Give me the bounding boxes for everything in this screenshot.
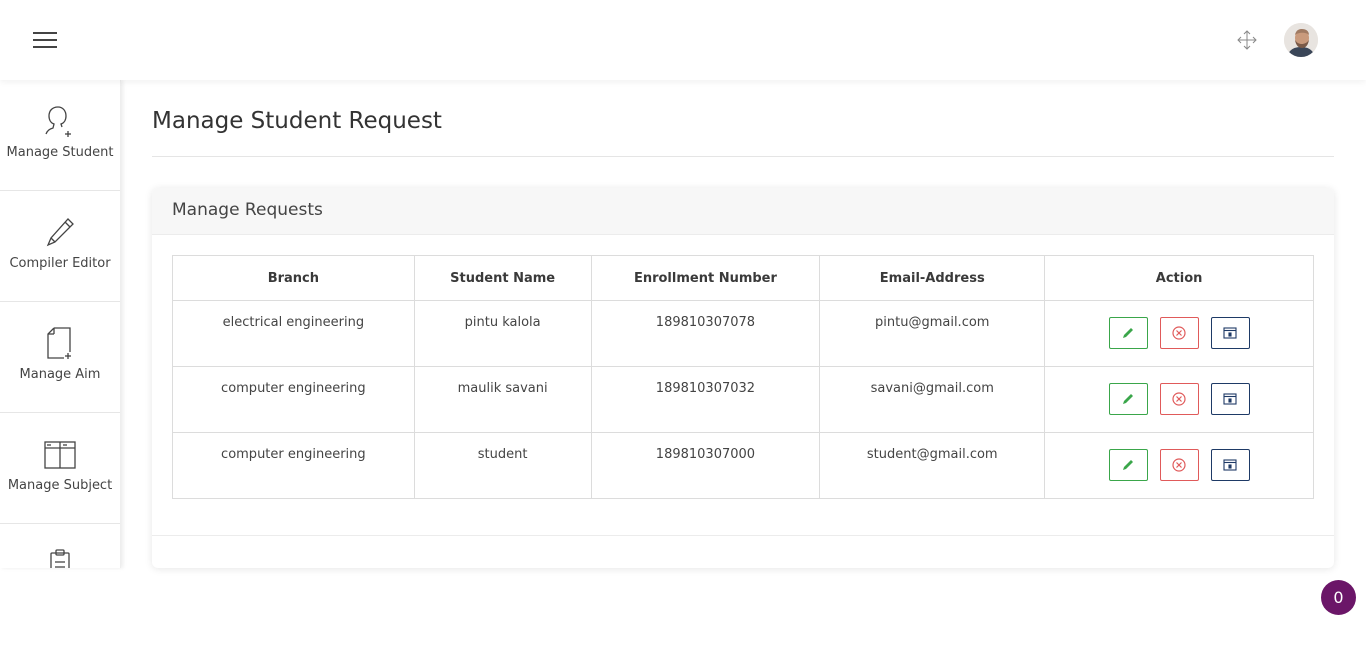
pencil-icon — [1123, 460, 1134, 470]
top-navbar — [0, 0, 1366, 80]
sidebar-item-label: Manage Student — [6, 145, 114, 160]
sidebar-item-manage-aim[interactable]: Manage Aim — [0, 302, 120, 413]
page-title: Manage Student Request — [152, 108, 442, 134]
column-header-enrollment-number: Enrollment Number — [590, 255, 821, 301]
view-button[interactable] — [1210, 317, 1250, 349]
cell-enrollment-number: 189810307032 — [590, 366, 821, 433]
edit-button[interactable] — [1108, 449, 1148, 481]
view-button[interactable] — [1210, 383, 1250, 415]
sidebar-item-more[interactable] — [0, 524, 120, 568]
sidebar-item-compiler-editor[interactable]: Compiler Editor — [0, 191, 120, 302]
cell-student-name: pintu kalola — [413, 300, 592, 367]
sidebar-item-label: Compiler Editor — [9, 256, 111, 271]
column-header-branch: Branch — [172, 255, 415, 301]
clipboard-icon — [44, 548, 76, 568]
notification-count-badge[interactable]: 0 — [1321, 580, 1356, 615]
calendar-icon — [1223, 327, 1237, 339]
close-circle-icon — [1172, 458, 1186, 472]
card-title: Manage Requests — [172, 200, 323, 220]
expand-arrows-icon[interactable] — [1236, 29, 1258, 51]
calendar-icon — [1223, 393, 1237, 405]
cell-branch: computer engineering — [172, 366, 415, 433]
sidebar-item-label: Manage Subject — [7, 478, 113, 493]
close-circle-icon — [1172, 326, 1186, 340]
table-header-row: Branch Student Name Enrollment Number Em… — [172, 255, 1314, 301]
card-footer-divider — [152, 535, 1334, 536]
sidebar-item-manage-student[interactable]: Manage Student — [0, 80, 120, 191]
table-row: computer engineering maulik savani 18981… — [172, 366, 1314, 433]
column-header-student-name: Student Name — [413, 255, 592, 301]
cell-enrollment-number: 189810307000 — [590, 432, 821, 499]
requests-card: Manage Requests Branch Student Name Enro… — [152, 188, 1334, 568]
cell-email: pintu@gmail.com — [819, 300, 1046, 367]
view-button[interactable] — [1210, 449, 1250, 481]
calendar-icon — [1223, 459, 1237, 471]
divider — [152, 156, 1334, 157]
edit-button[interactable] — [1108, 383, 1148, 415]
hamburger-icon[interactable] — [33, 32, 57, 48]
table-row: electrical engineering pintu kalola 1898… — [172, 300, 1314, 367]
pencil-icon — [44, 215, 76, 249]
cell-actions — [1044, 300, 1314, 367]
cell-email: savani@gmail.com — [819, 366, 1046, 433]
cell-student-name: student — [413, 432, 592, 499]
close-circle-icon — [1172, 392, 1186, 406]
cell-student-name: maulik savani — [413, 366, 592, 433]
requests-table: Branch Student Name Enrollment Number Em… — [172, 255, 1314, 499]
cell-enrollment-number: 189810307078 — [590, 300, 821, 367]
edit-button[interactable] — [1108, 317, 1148, 349]
column-header-email-address: Email-Address — [819, 255, 1046, 301]
sidebar-item-manage-subject[interactable]: Manage Subject — [0, 413, 120, 524]
table-row: computer engineering student 18981030700… — [172, 432, 1314, 499]
sidebar: Manage Student Compiler Editor Manage Ai… — [0, 80, 121, 568]
pencil-icon — [1123, 328, 1134, 338]
cell-email: student@gmail.com — [819, 432, 1046, 499]
file-add-icon — [44, 326, 76, 360]
delete-button[interactable] — [1159, 383, 1199, 415]
card-header: Manage Requests — [152, 188, 1334, 235]
pencil-icon — [1123, 394, 1134, 404]
user-avatar[interactable] — [1284, 23, 1318, 57]
cell-branch: electrical engineering — [172, 300, 415, 367]
sidebar-item-label: Manage Aim — [19, 367, 101, 382]
cell-actions — [1044, 366, 1314, 433]
cell-branch: computer engineering — [172, 432, 415, 499]
column-header-action: Action — [1044, 255, 1314, 301]
delete-button[interactable] — [1159, 449, 1199, 481]
cell-actions — [1044, 432, 1314, 499]
user-add-icon — [44, 104, 76, 138]
layout-icon — [44, 437, 76, 471]
delete-button[interactable] — [1159, 317, 1199, 349]
